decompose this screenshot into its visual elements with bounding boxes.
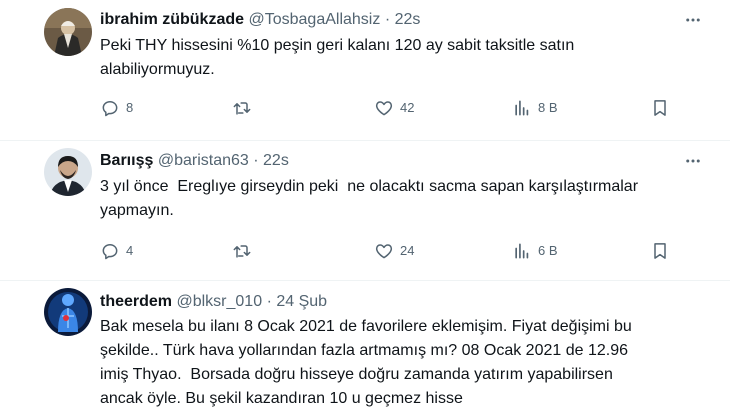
like-icon [375,101,393,116]
bookmark-icon [654,243,666,259]
tweet-actions: 8 42 8 B [100,97,670,119]
more-button[interactable] [682,150,704,172]
bookmark-button[interactable] [650,97,676,119]
tweet-text: Bak mesela bu ilanı 8 Ocak 2021 de favor… [100,318,632,407]
like-icon [375,244,393,259]
bookmark-icon [654,100,666,116]
more-icon [686,18,700,22]
like-button[interactable]: 42 [374,97,414,119]
tweet-header: ibrahim zübükzade @TosbagaAllahsiz · 22s [100,10,420,30]
timestamp[interactable]: 22s [263,152,289,169]
tweet-header: theerdem @blksr_010 · 24 Şub [100,292,327,312]
avatar[interactable] [44,8,92,56]
separator-dot: · [253,152,259,169]
tweet-3[interactable]: theerdem @blksr_010 · 24 Şub Bak mesela … [0,281,730,420]
retweet-icon [233,245,251,258]
tweet-text: Peki THY hissesini %10 peşin geri kalanı… [100,37,575,78]
avatar[interactable] [44,288,92,336]
views-icon [515,100,529,116]
tweet-header: Barıışş @baristan63 · 22s [100,151,289,171]
tweet-text: 3 yıl önce Ereglıye girseydin peki ne ol… [100,178,639,219]
retweet-button[interactable] [232,97,258,119]
avatar-image-2 [44,148,92,196]
like-count: 42 [400,100,415,115]
avatar-image-3 [44,288,92,336]
view-count: 8 B [538,100,558,115]
more-icon [686,159,700,163]
views-button[interactable]: 8 B [512,97,558,119]
more-button[interactable] [682,9,704,31]
like-button[interactable]: 24 [374,240,414,262]
display-name[interactable]: theerdem [100,293,172,310]
view-count: 6 B [538,243,558,258]
bookmark-button[interactable] [650,240,676,262]
reply-icon [102,244,118,260]
views-button[interactable]: 6 B [512,240,558,262]
separator-dot: · [384,11,391,28]
timestamp[interactable]: 22s [395,11,421,28]
display-name[interactable]: Barıışş [100,152,153,169]
retweet-icon [233,102,251,115]
retweet-button[interactable] [232,240,258,262]
user-handle[interactable]: @blksr_010 [176,293,262,310]
tweet-actions: 4 24 6 B [100,240,670,262]
display-name[interactable]: ibrahim zübükzade [100,11,244,28]
views-icon [515,243,529,259]
reply-button[interactable]: 8 [100,97,133,119]
avatar-image-1 [44,8,92,56]
like-count: 24 [400,243,415,258]
separator-dot: · [266,293,272,310]
reply-count: 4 [126,243,134,258]
user-handle[interactable]: @baristan63 [158,152,249,169]
reply-button[interactable]: 4 [100,240,133,262]
tweet-2[interactable]: Barıışş @baristan63 · 22s 3 yıl önce Ere… [0,141,730,280]
tweet-1[interactable]: ibrahim zübükzade @TosbagaAllahsiz · 22s… [0,0,730,140]
avatar[interactable] [44,148,92,196]
user-handle[interactable]: @TosbagaAllahsiz [248,11,380,28]
timestamp[interactable]: 24 Şub [276,293,327,310]
reply-count: 8 [126,100,134,115]
reply-icon [102,101,118,117]
